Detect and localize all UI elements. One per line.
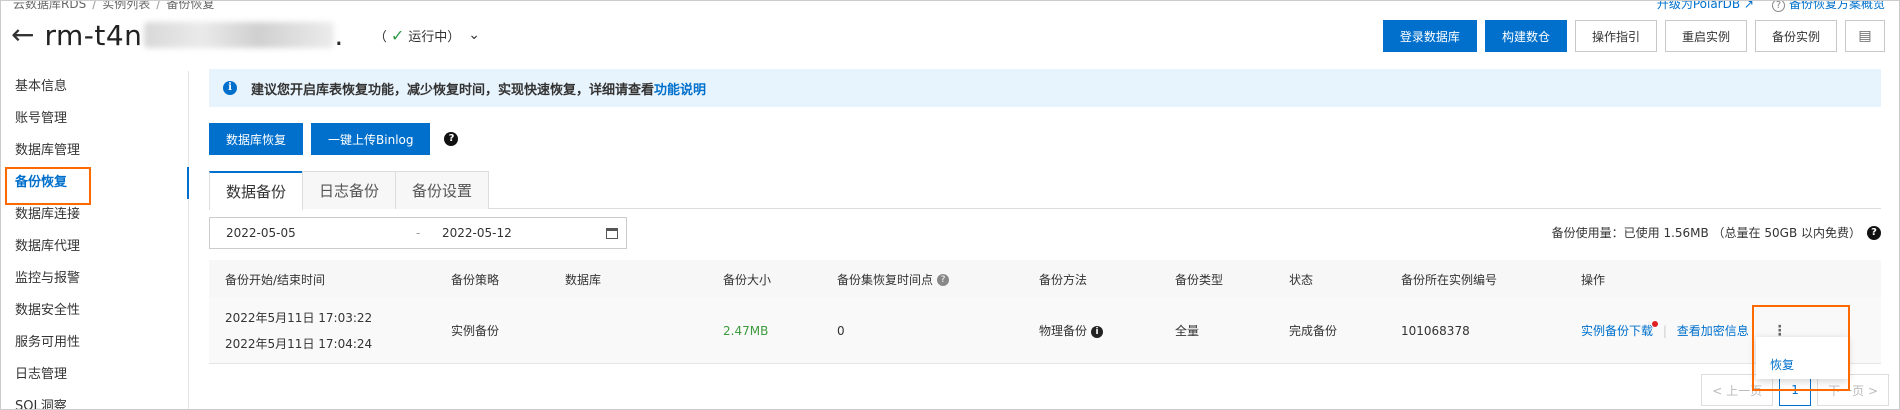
- col-header: 数据库: [565, 272, 602, 287]
- sidebar-item-availability[interactable]: 服务可用性: [1, 327, 188, 359]
- col-header: 备份方法: [1039, 272, 1088, 287]
- sidebar-item-accounts[interactable]: 账号管理: [1, 103, 188, 135]
- main-content: i 建议您开启库表恢复功能，减少恢复时间，实现快速恢复，详细请查看 功能说明 数据…: [209, 69, 1885, 364]
- col-header: 备份大小: [723, 272, 772, 287]
- breadcrumb-item[interactable]: 实例列表: [102, 1, 150, 11]
- info-icon[interactable]: i: [1091, 325, 1104, 338]
- guide-button[interactable]: 操作指引: [1574, 20, 1657, 52]
- build-warehouse-button[interactable]: 构建数仓: [1484, 20, 1567, 52]
- breadcrumb-item: 备份恢复: [166, 0, 215, 11]
- help-icon[interactable]: ?: [937, 274, 950, 286]
- restart-instance-button[interactable]: 重启实例: [1664, 20, 1747, 52]
- upload-binlog-button[interactable]: 一键上传Binlog: [311, 123, 431, 155]
- page-title-row: ← rm-t4n . （✓ 运行中） ⌄: [11, 17, 480, 53]
- notification-dot: [1652, 321, 1659, 327]
- col-header: 状态: [1289, 272, 1314, 287]
- notice-banner: i 建议您开启库表恢复功能，减少恢复时间，实现快速恢复，详细请查看 功能说明: [209, 69, 1881, 107]
- cell-operations: 实例备份下载 | 查看加密信息 ⋮: [1581, 321, 1787, 339]
- db-restore-button[interactable]: 数据库恢复: [209, 123, 304, 155]
- breadcrumb: 云数据库RDS / 实例列表 / 备份恢复: [13, 0, 215, 12]
- sidebar-item-basic-info[interactable]: 基本信息: [1, 71, 188, 103]
- tab-backup-settings[interactable]: 备份设置: [395, 171, 490, 209]
- sidebar-item-security[interactable]: 数据安全性: [1, 295, 188, 327]
- end-time: 2022年5月11日 17:04:24: [225, 336, 373, 351]
- header-actions: 登录数据库 构建数仓 操作指引 重启实例 备份实例 ▤: [1382, 20, 1885, 52]
- top-links: 升级为PolarDB ↗ ? 备份恢复方案概览: [1657, 0, 1885, 12]
- sidebar-item-monitoring[interactable]: 监控与报警: [1, 263, 188, 295]
- cell-restore-point: 0: [837, 323, 845, 338]
- list-icon[interactable]: ▤: [1845, 20, 1885, 52]
- sidebar-item-databases[interactable]: 数据库管理: [1, 135, 188, 167]
- col-header: 操作: [1581, 272, 1606, 287]
- sidebar-item-logs[interactable]: 日志管理: [1, 359, 188, 391]
- tab-data-backup[interactable]: 数据备份: [209, 171, 304, 210]
- help-icon[interactable]: ?: [1867, 225, 1881, 240]
- backup-table: 备份开始/结束时间 备份策略 数据库 备份大小 备份集恢复时间点? 备份方法 备…: [209, 260, 1881, 364]
- external-link-icon: ↗: [1743, 0, 1754, 11]
- check-icon: ✓: [390, 25, 405, 45]
- instance-status[interactable]: （✓ 运行中） ⌄: [374, 26, 480, 45]
- info-icon: i: [223, 81, 237, 95]
- start-date[interactable]: 2022-05-05: [226, 226, 416, 240]
- cell-type: 全量: [1175, 324, 1200, 338]
- col-header: 备份策略: [451, 272, 500, 287]
- backup-download-link[interactable]: 实例备份下载: [1581, 321, 1659, 338]
- instance-id: rm-t4n: [44, 18, 143, 52]
- restore-button-row: 数据库恢复 一键上传Binlog ?: [209, 123, 459, 155]
- cell-time: 2022年5月11日 17:03:22 2022年5月11日 17:04:24: [209, 305, 435, 357]
- instance-id-tail: .: [334, 18, 344, 52]
- highlight-box-sidebar: [5, 167, 91, 205]
- end-date[interactable]: 2022-05-12: [442, 226, 602, 240]
- cell-method: 物理备份 i: [1023, 322, 1159, 339]
- chevron-down-icon[interactable]: ⌄: [468, 27, 480, 43]
- back-arrow-icon[interactable]: ←: [11, 21, 34, 49]
- backup-instance-button[interactable]: 备份实例: [1754, 20, 1837, 52]
- status-text: 运行中: [408, 29, 448, 45]
- col-header: 备份所在实例编号: [1401, 272, 1498, 287]
- usage-text: 备份使用量：已使用 1.56MB （总量在 50GB 以内免费）: [1551, 226, 1861, 240]
- col-header: 备份开始/结束时间: [225, 272, 326, 287]
- backup-usage: 备份使用量：已使用 1.56MB （总量在 50GB 以内免费） ?: [1552, 224, 1881, 241]
- sidebar: 基本信息 账号管理 数据库管理 备份恢复 数据库连接 数据库代理 监控与报警 数…: [1, 71, 189, 409]
- backup-help-link[interactable]: ? 备份恢复方案概览: [1771, 1, 1885, 12]
- breadcrumb-item[interactable]: 云数据库RDS: [13, 1, 86, 11]
- cell-policy: 实例备份: [451, 324, 500, 338]
- table-header: 备份开始/结束时间 备份策略 数据库 备份大小 备份集恢复时间点? 备份方法 备…: [209, 260, 1881, 298]
- col-header: 备份类型: [1175, 272, 1224, 287]
- tab-log-backup[interactable]: 日志备份: [302, 171, 397, 209]
- sidebar-item-sql-insight[interactable]: SQL洞察: [1, 391, 188, 409]
- instance-id-redacted: [144, 22, 335, 48]
- backup-tabs: 数据备份 日志备份 备份设置: [209, 171, 1881, 210]
- col-header: 备份集恢复时间点?: [821, 271, 1023, 288]
- highlight-box-operations: [1752, 305, 1850, 391]
- calendar-icon[interactable]: [606, 227, 618, 239]
- login-db-button[interactable]: 登录数据库: [1382, 20, 1477, 52]
- notice-link[interactable]: 功能说明: [654, 79, 706, 98]
- table-row: 2022年5月11日 17:03:22 2022年5月11日 17:04:24 …: [209, 298, 1881, 364]
- sidebar-item-proxy[interactable]: 数据库代理: [1, 231, 188, 263]
- date-separator: -: [416, 226, 421, 240]
- cell-status: 完成备份: [1289, 324, 1338, 338]
- cell-size: 2.47MB: [723, 323, 769, 338]
- view-encryption-link[interactable]: 查看加密信息: [1677, 324, 1749, 338]
- rds-backup-restore-page: 云数据库RDS / 实例列表 / 备份恢复 ← rm-t4n . （✓ 运行中） ⌄ 升级为…: [0, 0, 1900, 410]
- notice-text: 建议您开启库表恢复功能，减少恢复时间，实现快速恢复，详细请查看: [251, 82, 655, 98]
- upgrade-polardb-link[interactable]: 升级为PolarDB ↗: [1657, 0, 1754, 12]
- date-range-picker[interactable]: 2022-05-05 - 2022-05-12: [209, 217, 627, 249]
- help-icon[interactable]: ?: [444, 132, 459, 146]
- cell-instance-no: 101068378: [1401, 323, 1470, 338]
- help-icon: ?: [1771, 1, 1785, 12]
- start-time: 2022年5月11日 17:03:22: [225, 310, 373, 325]
